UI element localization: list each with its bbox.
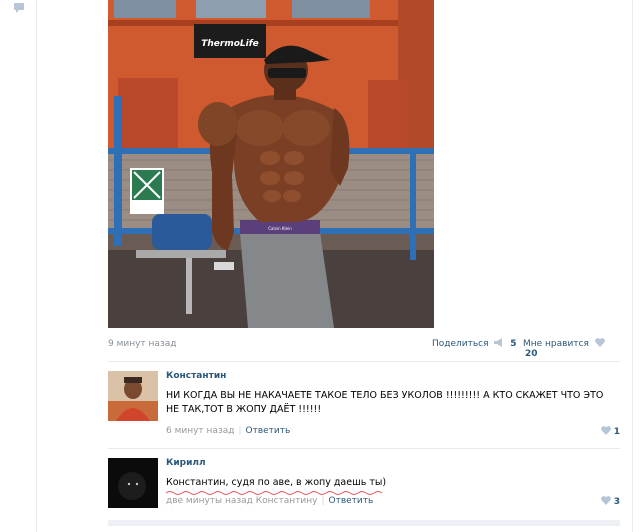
- reply-to[interactable]: Константину: [256, 496, 318, 506]
- comment-input-bar[interactable]: [108, 520, 620, 526]
- comment-text: НИ КОГДА ВЫ НЕ НАКАЧАЕТЕ ТАКОЕ ТЕЛО БЕЗ …: [166, 390, 604, 415]
- comment-time[interactable]: две минуты назад: [166, 496, 253, 506]
- share-count: 5: [510, 339, 517, 349]
- divider: [108, 448, 620, 449]
- like-count: 20: [525, 349, 538, 359]
- reply-button[interactable]: Ответить: [246, 426, 291, 436]
- reply-button[interactable]: Ответить: [329, 496, 374, 506]
- divider: [108, 361, 620, 362]
- avatar[interactable]: [108, 371, 158, 421]
- comment-text: Константин, судя по аве, в жопу даешь ты…: [166, 477, 387, 488]
- left-column: [0, 0, 37, 532]
- right-edge: [632, 0, 633, 532]
- post-meta-row: 9 минут назад Поделиться 5 Мне нравится …: [108, 337, 620, 359]
- like-label: Мне нравится: [523, 339, 589, 349]
- comment-item: Константин НИ КОГДА ВЫ НЕ НАКАЧАЕТЕ ТАКО…: [108, 371, 620, 441]
- heart-icon: [594, 338, 605, 347]
- heart-icon: [600, 496, 611, 505]
- comment-like-button[interactable]: 3: [600, 496, 620, 507]
- comment-time[interactable]: 6 минут назад: [166, 426, 234, 436]
- avatar[interactable]: [108, 458, 158, 508]
- chat-bubble-icon[interactable]: [14, 3, 24, 13]
- post-photo[interactable]: ThermoLife Calvin Klein: [108, 0, 434, 328]
- like-button[interactable]: Мне нравится 20: [523, 338, 620, 359]
- share-button[interactable]: Поделиться 5: [432, 338, 517, 349]
- comment-like-button[interactable]: 1: [600, 426, 620, 437]
- shorts-band-label: Calvin Klein: [268, 226, 292, 231]
- comment-meta: две минуты назад Константину | Ответить: [166, 496, 374, 506]
- megaphone-icon: [494, 338, 503, 347]
- comment-item: Кирилл Константин, судя по аве, в жопу д…: [108, 458, 620, 520]
- comment-author[interactable]: Кирилл: [166, 458, 206, 468]
- thermolife-sign: ThermoLife: [201, 39, 259, 49]
- comment-like-count: 3: [613, 497, 620, 507]
- comment-meta: 6 минут назад | Ответить: [166, 426, 291, 436]
- comment-like-count: 1: [613, 427, 620, 437]
- comment-author[interactable]: Константин: [166, 371, 226, 381]
- post-time[interactable]: 9 минут назад: [108, 339, 176, 349]
- heart-icon: [600, 426, 611, 435]
- share-label: Поделиться: [432, 339, 489, 349]
